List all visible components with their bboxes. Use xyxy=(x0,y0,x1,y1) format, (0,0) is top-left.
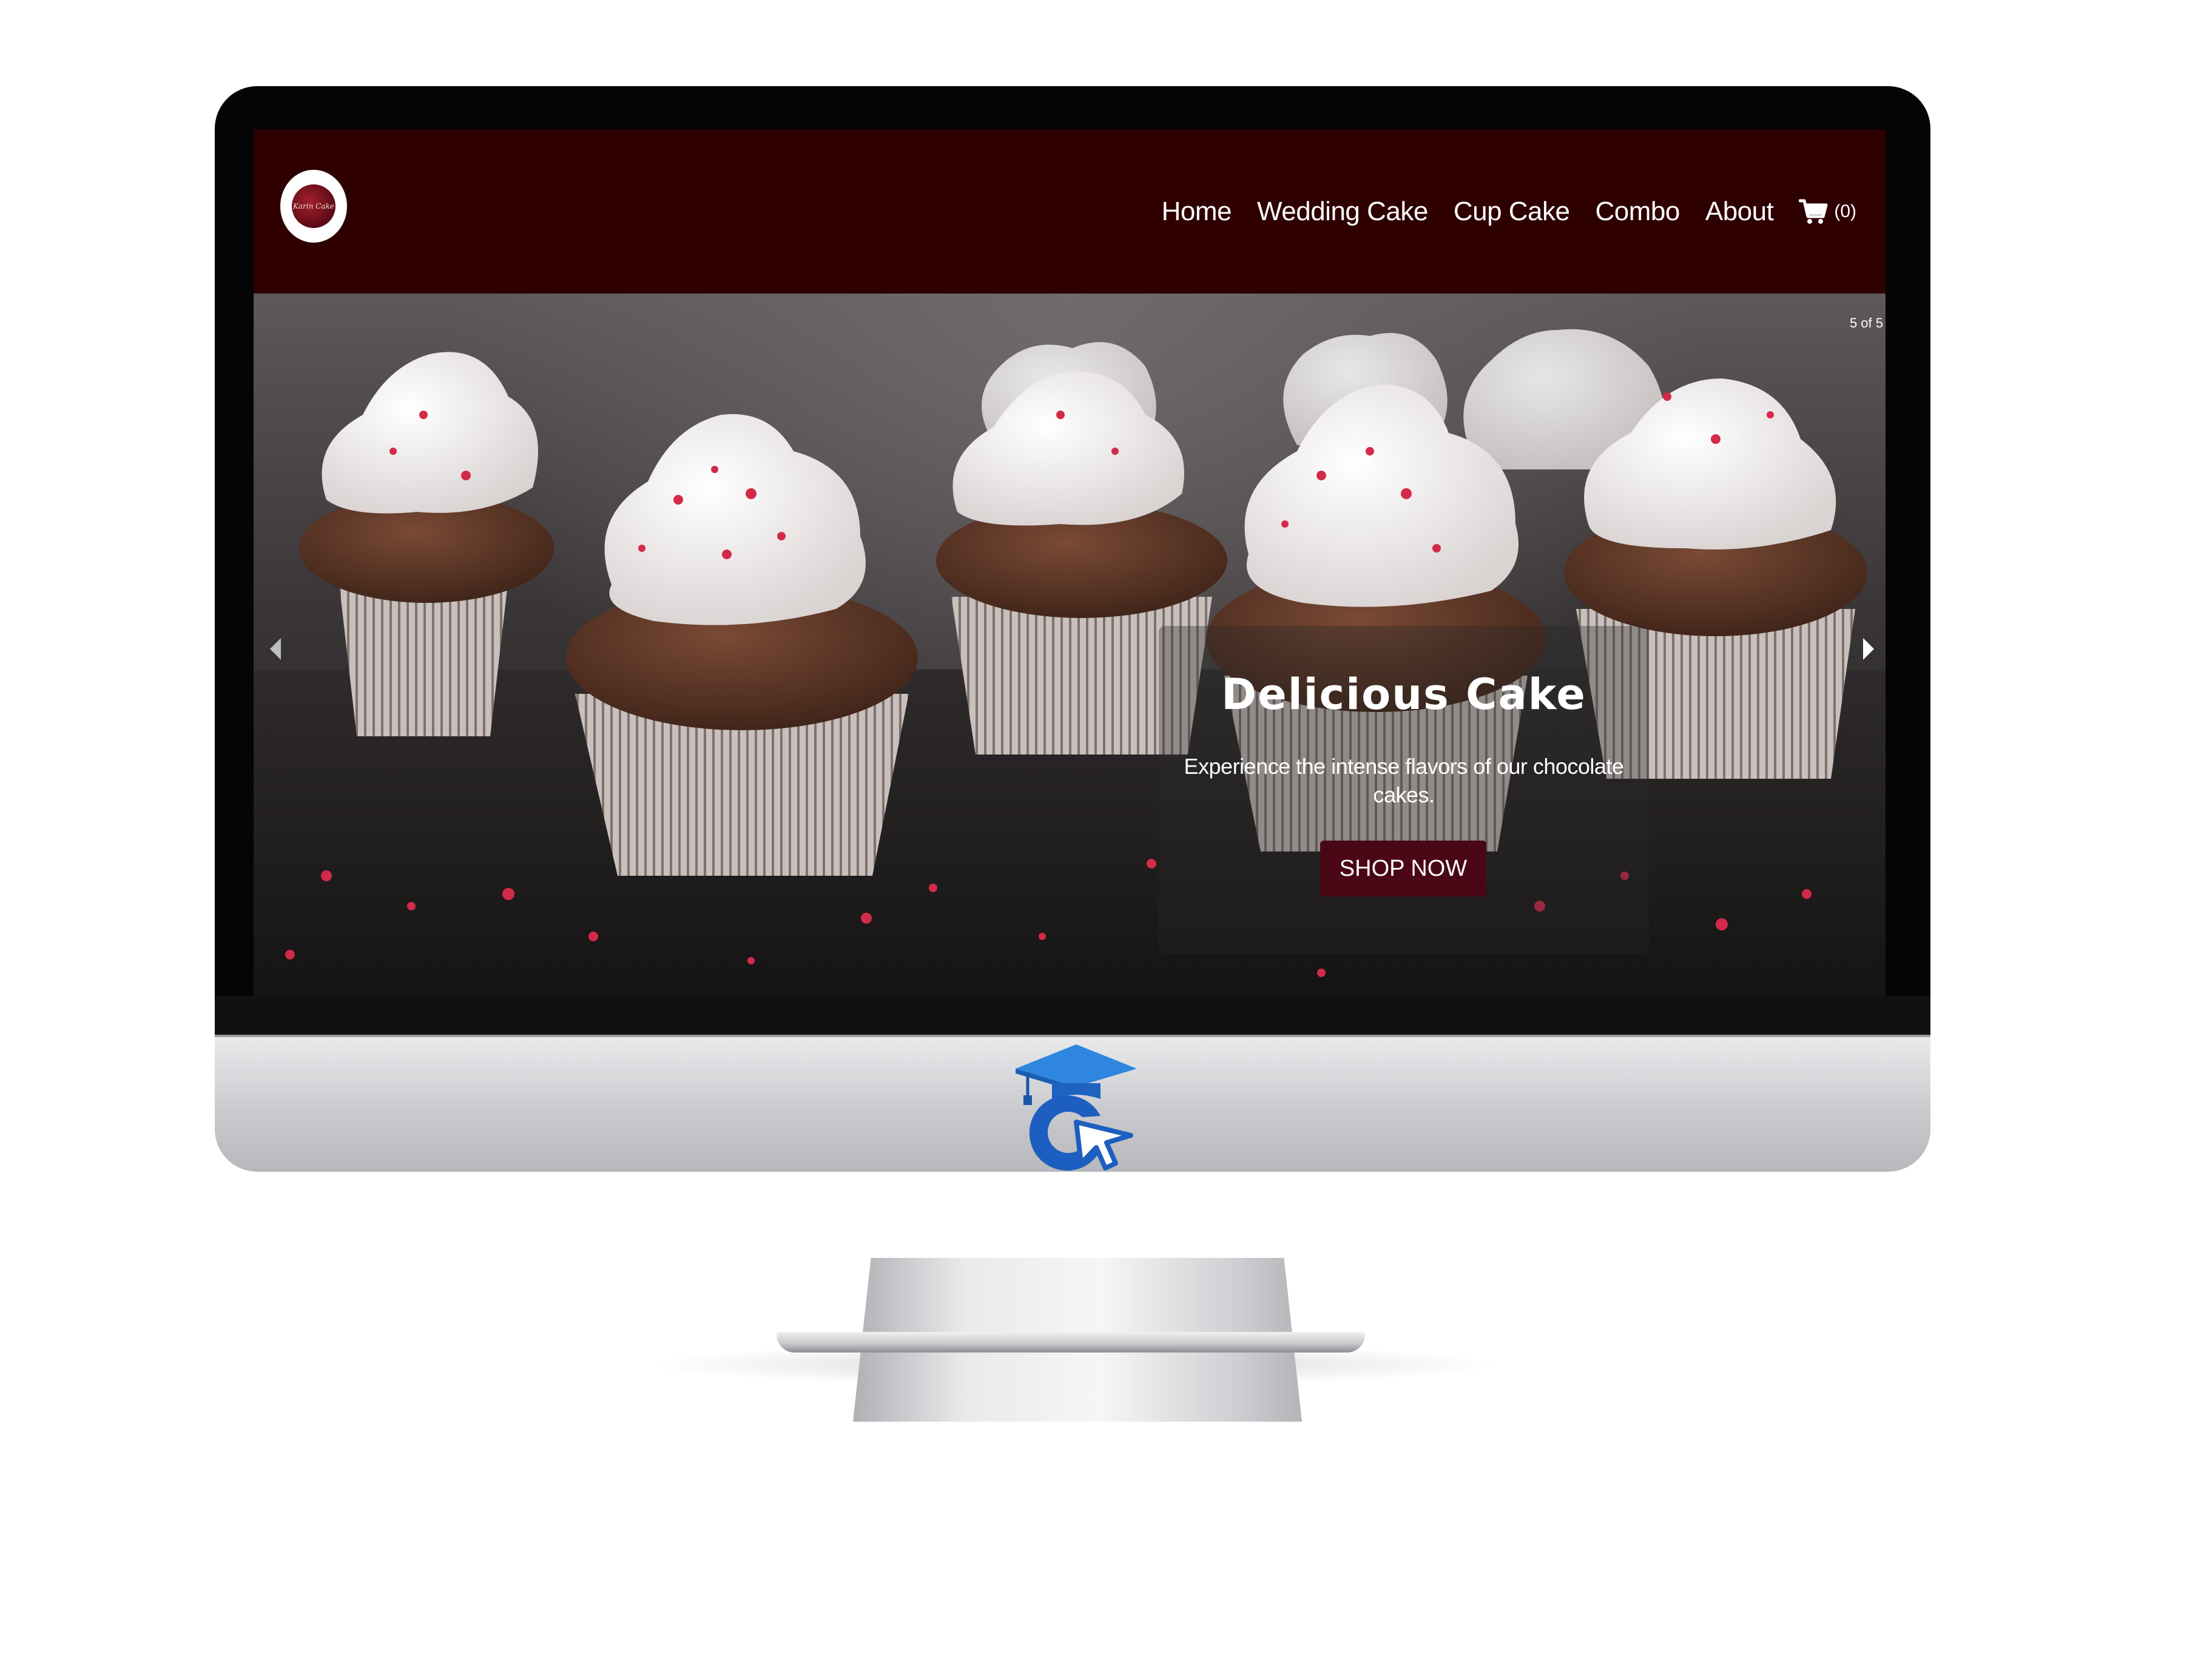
nav-home[interactable]: Home xyxy=(1162,197,1232,227)
monitor: Karin Cake Home Wedding Cake Cup Cake Co… xyxy=(215,86,1930,1422)
slide-counter: 5 of 5 xyxy=(1849,315,1883,331)
cart-count: (0) xyxy=(1834,201,1856,221)
slide-description: Experience the intense flavors of our ch… xyxy=(1184,754,1624,807)
shop-now-button[interactable]: SHOP NOW xyxy=(1320,841,1486,896)
site-header: Karin Cake Home Wedding Cake Cup Cake Co… xyxy=(254,130,1886,294)
monitor-bezel: Karin Cake Home Wedding Cake Cup Cake Co… xyxy=(215,86,1930,1035)
bezel-bottom-edge xyxy=(215,996,1930,1035)
slide-title: Delicious Cake xyxy=(1221,670,1586,719)
hero-slider: 5 of 5 Delicious Cake Experience the int… xyxy=(254,294,1886,997)
site-logo-emblem: Karin Cake xyxy=(292,184,335,228)
slider-next-button[interactable] xyxy=(1856,631,1881,667)
chevron-left-icon xyxy=(270,638,281,660)
nav-wedding-cake[interactable]: Wedding Cake xyxy=(1257,197,1428,227)
cursor-icon xyxy=(1074,1120,1133,1171)
slider-prev-button[interactable] xyxy=(263,631,288,667)
cart-icon xyxy=(1799,199,1828,224)
site-logo[interactable]: Karin Cake xyxy=(280,170,347,243)
monitor-stand-base xyxy=(777,1332,1365,1352)
slide-caption: Delicious Cake Experience the intense fl… xyxy=(1159,626,1649,953)
nav-about[interactable]: About xyxy=(1705,197,1774,227)
website-screen: Karin Cake Home Wedding Cake Cup Cake Co… xyxy=(254,130,1886,997)
chevron-right-icon xyxy=(1863,638,1874,660)
main-nav: Home Wedding Cake Cup Cake Combo About (… xyxy=(1162,190,1856,233)
nav-combo[interactable]: Combo xyxy=(1596,197,1680,227)
graduation-cap-icon xyxy=(1016,1044,1137,1171)
nav-cup-cake[interactable]: Cup Cake xyxy=(1454,197,1570,227)
cart-button[interactable]: (0) xyxy=(1799,198,1856,225)
